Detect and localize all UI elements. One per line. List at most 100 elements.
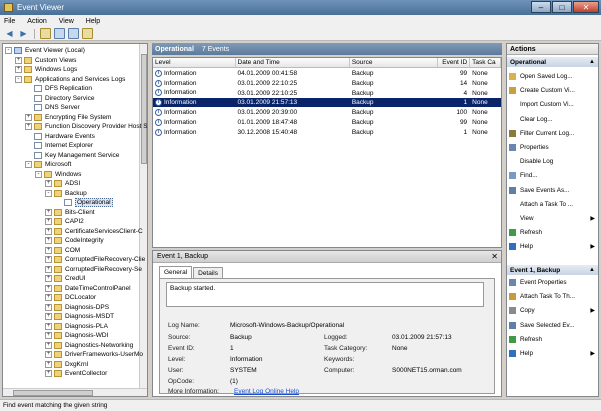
folder-up-icon[interactable] [40,28,51,39]
event-row[interactable]: i Information 30.12.2008 15:40:48 Backup 1 No… [153,128,501,137]
expand-icon[interactable]: + [45,313,52,320]
action-import-custom-vi[interactable]: Import Custom Vi... [509,99,598,110]
tree-item[interactable]: + DateTimeControlPanel [45,284,131,293]
expand-icon[interactable]: + [45,218,52,225]
tree-item[interactable]: + CodeIntegrity [45,236,104,245]
tab-details[interactable]: Details [193,267,223,278]
tree-item[interactable]: + CredUI [45,274,86,283]
collapse-icon[interactable]: - [25,161,32,168]
expand-icon[interactable]: + [45,351,52,358]
action-properties[interactable]: Properties [509,142,598,153]
tree-item[interactable]: + CorruptedFileRecovery-Se [45,265,142,274]
maximize-button[interactable]: □ [552,1,572,13]
tree-vertical-scrollbar[interactable] [139,44,147,396]
action-help[interactable]: Help ▶ [509,241,598,252]
tree-item[interactable]: + Function Discovery Provider Host S [25,122,147,131]
menu-file[interactable]: File [4,18,15,25]
close-button[interactable]: ✕ [573,1,599,13]
expand-icon[interactable]: + [15,66,22,73]
tree-item[interactable]: - Backup [45,189,87,198]
minimize-button[interactable]: – [531,1,551,13]
action-event-properties[interactable]: Event Properties [509,277,598,288]
tree-item[interactable]: + COM [45,246,80,255]
scroll-thumb[interactable] [13,390,93,396]
expand-icon[interactable]: + [45,332,52,339]
action-disable-log[interactable]: Disable Log [509,156,598,167]
tree-item[interactable]: + Diagnosis-PLA [45,322,108,331]
action-clear-log[interactable]: Clear Log... [509,114,598,125]
collapse-icon[interactable]: - [35,170,42,178]
column-event-id[interactable]: Event ID [438,58,471,67]
tree-item[interactable]: + ADSI [45,179,80,188]
expand-icon[interactable]: + [45,237,52,244]
expand-icon[interactable]: + [15,56,22,64]
tree-item[interactable]: + Encrypting File System [25,113,111,122]
tree-item[interactable]: - Event Viewer (Local) [5,46,85,55]
column-date[interactable]: Date and Time [236,58,350,67]
expand-icon[interactable]: + [45,303,52,311]
tree-item[interactable]: - Windows [35,170,81,179]
action-save-selected-ev[interactable]: Save Selected Ev... [509,320,598,331]
tree-item[interactable]: Hardware Events [25,132,95,141]
menu-help[interactable]: Help [86,18,100,25]
menu-action[interactable]: Action [27,18,46,25]
expand-icon[interactable]: + [45,341,52,349]
tree-item[interactable]: + CertificateServicesClient-C [45,227,143,236]
back-icon[interactable]: ◀ [4,28,15,39]
tree-item[interactable]: + CorruptedFileRecovery-Clie [45,255,145,264]
action-find[interactable]: Find... [509,170,598,181]
event-row[interactable]: i Information 03.01.2009 22:10:25 Backup 14 N… [153,79,501,88]
collapse-icon[interactable]: - [15,75,22,83]
action-copy[interactable]: Copy ▶ [509,305,598,316]
expand-icon[interactable]: + [45,275,52,282]
expand-icon[interactable]: + [45,180,52,187]
help-icon[interactable] [68,28,79,39]
tree-item[interactable]: Directory Service [25,94,94,103]
tree-item[interactable]: + Custom Views [15,56,76,65]
scroll-thumb[interactable] [141,54,147,164]
action-create-custom-vi[interactable]: Create Custom Vi... [509,85,598,96]
tab-general[interactable]: General [159,266,193,278]
properties-icon[interactable] [54,28,65,39]
tree-item[interactable]: + Bits-Client [45,208,95,217]
tree-item[interactable]: Internet Explorer [25,141,93,150]
tree-item[interactable]: + DriverFrameworks-UserMo [45,350,143,359]
collapse-icon[interactable]: - [45,189,52,197]
pane-icon[interactable] [82,28,93,39]
tree-item[interactable]: + Diagnosis-DPS [45,303,109,312]
forward-icon[interactable]: ▶ [18,28,29,39]
tree-item[interactable]: - Applications and Services Logs [15,75,125,84]
actions-section-event[interactable]: Event 1, Backup ▲ [507,265,598,275]
event-row[interactable]: i Information 01.01.2009 18:47:48 Backup 99 N… [153,118,501,127]
expand-icon[interactable]: + [45,265,52,273]
column-task-category[interactable]: Task Ca [470,58,501,67]
tree-item[interactable]: + Diagnosis-MSDT [45,312,114,321]
column-source[interactable]: Source [350,58,439,67]
tree-item[interactable]: + Diagnostics-Networking [45,341,133,350]
expand-icon[interactable]: + [45,227,52,235]
console-tree[interactable]: - Event Viewer (Local) + Custom Views + Windo… [2,43,148,397]
expand-icon[interactable]: + [45,256,52,263]
event-log-online-help-link[interactable]: Event Log Online Help [234,388,299,395]
event-list[interactable]: Level Date and Time Source Event ID Task… [152,57,502,248]
event-row[interactable]: i Information 03.01.2009 20:39:00 Backup 100… [153,108,501,117]
collapse-icon[interactable]: - [5,47,12,54]
collapse-icon[interactable]: ▲ [589,59,595,65]
expand-icon[interactable]: + [45,370,52,377]
tree-item[interactable]: + CAPI2 [45,217,84,226]
action-attach-a-task-to[interactable]: Attach a Task To ... [509,199,598,210]
action-help[interactable]: Help ▶ [509,348,598,359]
tree-item[interactable]: Operational [55,198,113,207]
event-row[interactable]: i Information 03.01.2009 21:57:13 Backup 1 No… [153,98,501,108]
tree-item[interactable]: + EventCollector [45,369,107,378]
close-icon[interactable]: ✕ [491,252,498,261]
action-refresh[interactable]: Refresh [509,334,598,345]
expand-icon[interactable]: + [45,246,52,254]
expand-icon[interactable]: + [45,322,52,330]
expand-icon[interactable]: + [25,123,32,130]
tree-horizontal-scrollbar[interactable] [3,388,147,396]
action-view[interactable]: View ▶ [509,213,598,224]
expand-icon[interactable]: + [45,284,52,292]
tree-item[interactable]: + DxgKrnl [45,360,88,369]
expand-icon[interactable]: + [45,294,52,301]
